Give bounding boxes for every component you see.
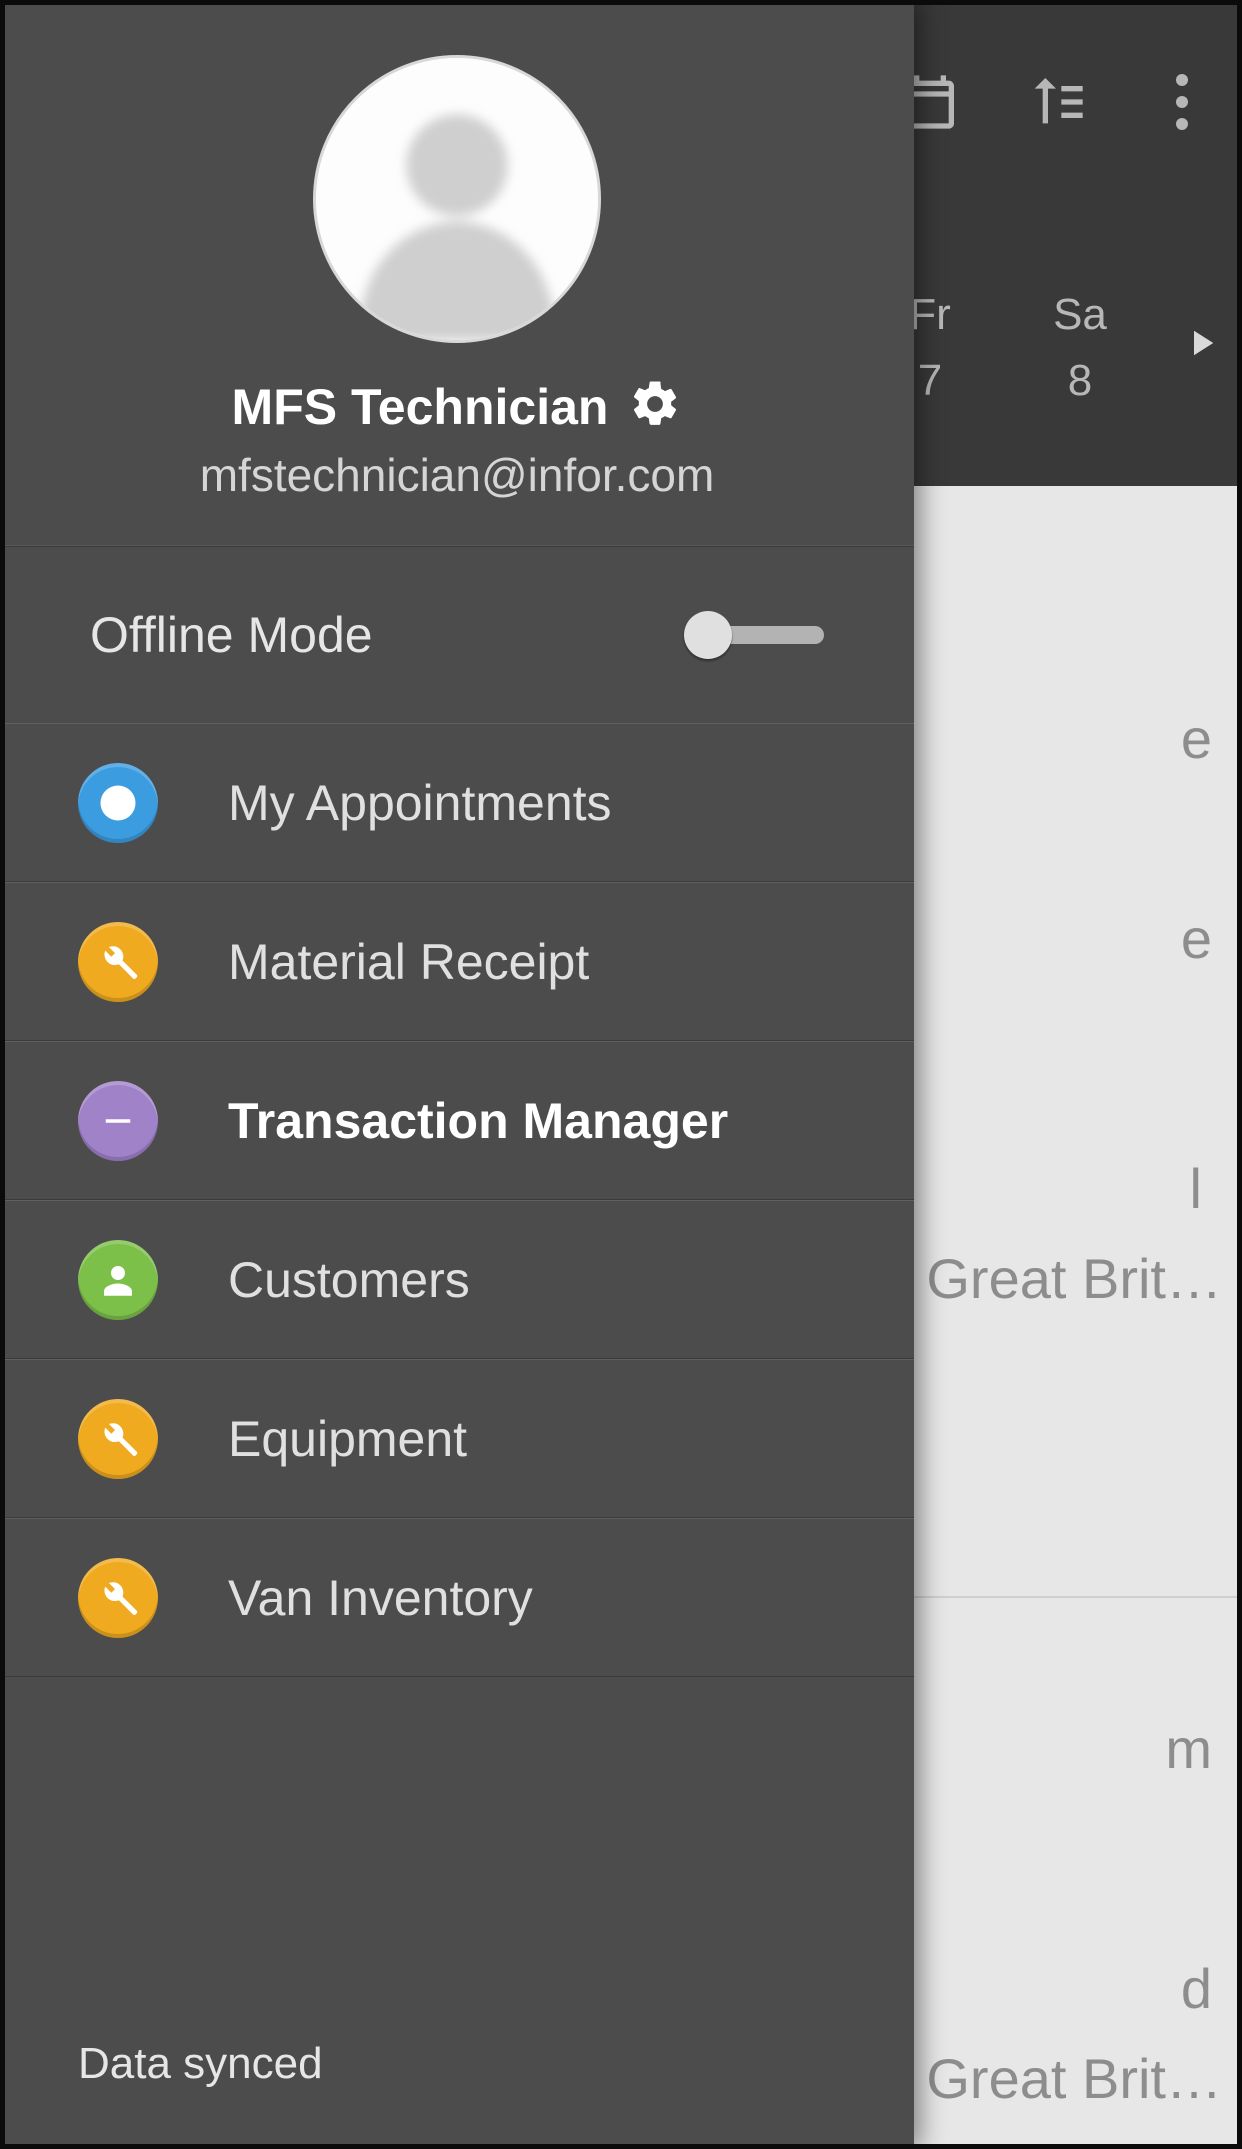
person-icon: [78, 1240, 158, 1320]
wrench-icon: [78, 1399, 158, 1479]
bg-text: m: [1165, 1716, 1212, 1781]
wrench-icon: [78, 922, 158, 1002]
bg-text: e: [1181, 706, 1212, 771]
bg-text: Great Brit…: [926, 2046, 1222, 2111]
avatar[interactable]: [313, 55, 601, 343]
bg-text: l: [1190, 1156, 1202, 1221]
offline-mode-toggle[interactable]: [684, 611, 824, 659]
menu-item-customers[interactable]: Customers: [0, 1200, 914, 1359]
menu-item-material-receipt[interactable]: Material Receipt: [0, 882, 914, 1041]
menu-list: My Appointments Material Receipt Transac…: [0, 723, 914, 1677]
menu-item-label: Material Receipt: [228, 933, 589, 991]
menu-item-van-inventory[interactable]: Van Inventory: [0, 1518, 914, 1677]
menu-item-label: Equipment: [228, 1410, 467, 1468]
avatar-silhouette-icon: [316, 58, 598, 340]
settings-button[interactable]: [628, 377, 682, 436]
menu-item-label: Transaction Manager: [228, 1092, 728, 1150]
bg-text: Great Brit…: [926, 1246, 1222, 1311]
day-saturday[interactable]: Sa 8: [1030, 290, 1130, 406]
header-action-icons: [898, 70, 1214, 134]
menu-item-label: Customers: [228, 1251, 470, 1309]
offline-mode-row: Offline Mode: [0, 547, 914, 723]
user-name-row: MFS Technician: [0, 377, 914, 436]
wrench-icon: [78, 1558, 158, 1638]
user-email: mfstechnician@infor.com: [0, 448, 914, 502]
minus-circle-icon: [78, 1081, 158, 1161]
menu-item-transaction-manager[interactable]: Transaction Manager: [0, 1041, 914, 1200]
day-strip: Fr 7 Sa 8: [880, 290, 1222, 406]
clock-icon: [78, 763, 158, 843]
toggle-knob: [684, 611, 732, 659]
menu-item-my-appointments[interactable]: My Appointments: [0, 723, 914, 882]
next-arrow-icon[interactable]: [1180, 313, 1222, 384]
menu-item-label: My Appointments: [228, 774, 612, 832]
profile-section: MFS Technician mfstechnician@infor.com: [0, 5, 914, 547]
offline-mode-label: Offline Mode: [90, 606, 373, 664]
sync-status: Data synced: [0, 1999, 914, 2149]
menu-item-equipment[interactable]: Equipment: [0, 1359, 914, 1518]
bg-text: d: [1181, 1956, 1212, 2021]
user-name: MFS Technician: [232, 378, 609, 436]
sort-icon[interactable]: [1024, 70, 1088, 134]
divider: [914, 1596, 1242, 1598]
gear-icon: [628, 377, 682, 431]
menu-item-label: Van Inventory: [228, 1569, 533, 1627]
more-icon[interactable]: [1150, 74, 1214, 130]
day-number: 8: [1030, 356, 1130, 406]
navigation-drawer: MFS Technician mfstechnician@infor.com O…: [0, 0, 914, 2149]
day-abbr: Sa: [1030, 290, 1130, 340]
bg-text: e: [1181, 906, 1212, 971]
